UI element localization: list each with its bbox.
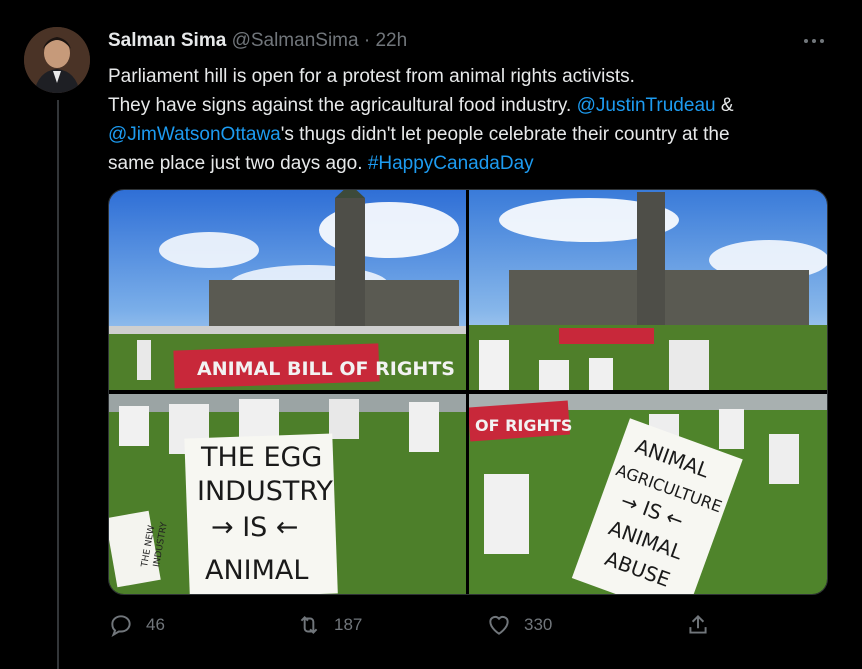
display-name[interactable]: Salman Sima	[108, 30, 226, 51]
heart-icon	[489, 615, 509, 635]
grid-divider-horizontal	[109, 390, 827, 394]
sign1-line1: THE EGG	[200, 442, 322, 473]
retweet-icon	[300, 616, 318, 634]
photo-egg-industry-sign[interactable]: THE EGG INDUSTRY → IS ← ANIMAL THE NEW I…	[109, 394, 466, 594]
hashtag-link[interactable]: #HappyCanadaDay	[368, 153, 534, 174]
tweet-text-line3: 's thugs didn't let people celebrate the…	[280, 124, 730, 145]
tweet-text: Parliament hill is open for a protest fr…	[108, 62, 828, 178]
separator-dot: ·	[363, 30, 371, 51]
like-count: 330	[524, 615, 553, 634]
reply-button[interactable]: 46	[108, 612, 165, 638]
photo-parliament-crowd[interactable]	[469, 190, 827, 390]
action-bar: 46 187 330	[108, 612, 828, 642]
avatar[interactable]	[24, 27, 90, 93]
thread-line	[57, 100, 59, 669]
like-button[interactable]: 330	[486, 612, 552, 638]
media-grid: ANIMAL BILL OF RIGHTS THE EGG INDUSTRY →…	[108, 189, 828, 595]
mention-link-justintrudeau[interactable]: @JustinTrudeau	[577, 95, 716, 116]
retweet-button[interactable]: 187	[296, 612, 362, 638]
reply-icon	[111, 615, 131, 638]
mention-link-jimwatsonottawa[interactable]: @JimWatsonOttawa	[108, 124, 281, 145]
reply-count: 46	[146, 615, 165, 634]
ampersand: &	[720, 95, 734, 116]
sign1-line3: → IS ←	[211, 512, 299, 543]
sign1-line2: INDUSTRY	[197, 476, 333, 507]
tweet-header: Salman Sima @SalmanSima · 22h	[108, 30, 407, 52]
tweet-time[interactable]: 22h	[375, 30, 407, 51]
tweet-text-line2: They have signs against the agricaultura…	[108, 95, 572, 116]
photo-animal-agriculture-sign[interactable]: OF RIGHTS ANIMAL AGRICULTURE → IS ← ANIM…	[469, 394, 827, 594]
share-icon	[689, 614, 707, 634]
banner-text-partial: OF RIGHTS	[475, 416, 572, 435]
more-options-icon[interactable]	[802, 30, 826, 52]
tweet-text-line4: same place just two days ago.	[108, 153, 363, 174]
sign1-line4: ANIMAL	[205, 555, 308, 586]
share-button[interactable]	[685, 612, 723, 638]
photo-parliament-banner[interactable]: ANIMAL BILL OF RIGHTS	[109, 190, 466, 390]
user-handle[interactable]: @SalmanSima	[232, 30, 359, 51]
avatar-image	[24, 27, 90, 93]
tweet-text-line1: Parliament hill is open for a protest fr…	[108, 66, 635, 87]
retweet-count: 187	[334, 615, 363, 634]
banner-text: ANIMAL BILL OF RIGHTS	[197, 358, 455, 380]
